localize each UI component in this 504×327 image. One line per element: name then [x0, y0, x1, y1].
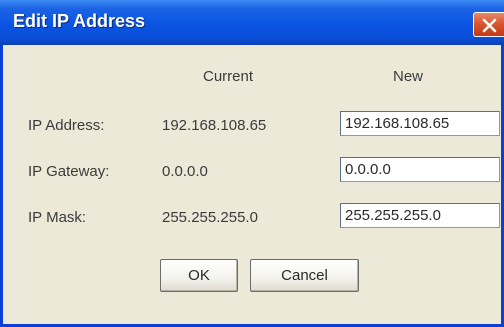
cancel-button[interactable]: Cancel — [250, 259, 359, 292]
new-column-header: New — [393, 68, 424, 85]
ok-button[interactable]: OK — [160, 259, 238, 292]
close-button[interactable] — [473, 12, 504, 37]
ip-mask-new-field[interactable] — [340, 203, 500, 228]
ip-address-current-value: 192.168.108.65 — [162, 117, 267, 134]
ip-address-new-field[interactable] — [340, 111, 500, 136]
title-bar[interactable]: Edit IP Address — [0, 0, 504, 45]
ip-gateway-new-field[interactable] — [340, 157, 500, 182]
ip-mask-label: IP Mask: — [28, 209, 87, 226]
ip-gateway-label: IP Gateway: — [28, 163, 110, 180]
current-column-header: Current — [203, 68, 254, 85]
ip-address-label: IP Address: — [28, 117, 105, 134]
dialog-title: Edit IP Address — [13, 11, 146, 31]
close-icon — [482, 18, 497, 33]
edit-ip-address-dialog: Edit IP Address Current New IP Address: … — [0, 0, 504, 327]
ip-mask-current-value: 255.255.255.0 — [162, 209, 258, 226]
ip-gateway-current-value: 0.0.0.0 — [162, 163, 208, 180]
